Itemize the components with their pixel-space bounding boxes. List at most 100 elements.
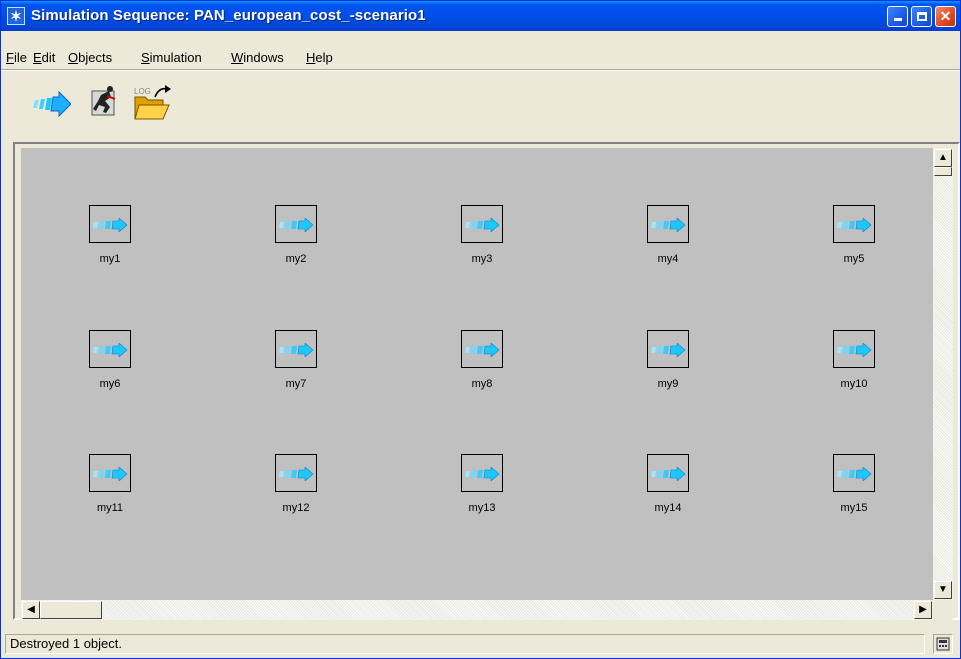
sequence-object[interactable]: my4 [639, 205, 699, 275]
minimize-button[interactable] [887, 6, 908, 27]
arrow-up-icon: ▲ [938, 152, 948, 163]
toolbar: LOG [1, 83, 960, 127]
object-box[interactable] [275, 330, 317, 368]
sequence-object[interactable]: my1 [81, 205, 141, 275]
object-box[interactable] [89, 330, 131, 368]
object-label: my4 [657, 253, 679, 265]
log-caption: LOG [134, 87, 151, 96]
object-box[interactable] [833, 205, 875, 243]
simulation-arrow-icon [279, 218, 314, 232]
run-simulation-arrow-icon [33, 90, 72, 118]
menu-edit[interactable]: Edit [33, 50, 55, 65]
scroll-up-button[interactable]: ▲ [934, 149, 952, 167]
simulation-arrow-icon [837, 218, 872, 232]
sequence-object[interactable]: my12 [267, 454, 327, 524]
object-label: my14 [654, 502, 682, 514]
sequence-object[interactable]: my6 [81, 330, 141, 400]
menu-help[interactable]: Help [306, 50, 333, 65]
object-box[interactable] [275, 205, 317, 243]
vertical-scrollbar[interactable]: ▲ ▼ [933, 148, 953, 600]
scrollbar-corner [933, 600, 953, 620]
sequence-object[interactable]: my11 [81, 454, 141, 524]
simulation-arrow-icon [93, 467, 128, 481]
object-box[interactable] [461, 205, 503, 243]
sequence-object[interactable]: my14 [639, 454, 699, 524]
simulation-arrow-icon [465, 343, 500, 357]
simulation-arrow-icon [93, 343, 128, 357]
object-label: my3 [471, 253, 493, 265]
sequence-canvas[interactable]: my1 my2 my3 my4 my5 my6 my7 my8 my9 my10 my11 my12 m… [21, 148, 933, 600]
menu-objects[interactable]: Objects [68, 50, 112, 65]
arrow-down-icon: ▼ [938, 584, 948, 595]
simulation-arrow-icon [93, 218, 128, 232]
sequence-object[interactable]: my3 [453, 205, 513, 275]
menu-file[interactable]: File [6, 50, 27, 65]
sequence-object[interactable]: my2 [267, 205, 327, 275]
sequence-object[interactable]: my13 [453, 454, 513, 524]
arrow-left-icon: ◀ [27, 604, 35, 615]
object-label: my2 [285, 253, 307, 265]
simulation-arrow-icon [465, 467, 500, 481]
object-label: my1 [99, 253, 121, 265]
simulation-arrow-icon [837, 343, 872, 357]
sequence-object[interactable]: my8 [453, 330, 513, 400]
simulation-arrow-icon [651, 343, 686, 357]
object-label: my8 [471, 378, 493, 390]
object-box[interactable] [275, 454, 317, 492]
status-bar: Destroyed 1 object. [1, 631, 960, 658]
runner-icon [91, 86, 116, 116]
run-simulation-button[interactable] [31, 83, 72, 123]
simulation-arrow-icon [279, 343, 314, 357]
object-box[interactable] [461, 330, 503, 368]
object-label: my7 [285, 378, 307, 390]
sequence-object[interactable]: my7 [267, 330, 327, 400]
object-box[interactable] [833, 454, 875, 492]
minimize-icon [893, 18, 902, 21]
object-box[interactable] [647, 454, 689, 492]
sequence-object[interactable]: my5 [825, 205, 885, 275]
horizontal-scrollbar[interactable]: ◀ ▶ [21, 600, 933, 620]
object-label: my9 [657, 378, 679, 390]
object-box[interactable] [461, 454, 503, 492]
simulation-arrow-icon [465, 218, 500, 232]
close-button[interactable]: ✕ [935, 6, 956, 27]
status-message: Destroyed 1 object. [5, 634, 925, 654]
maximize-icon [916, 12, 927, 21]
maximize-button[interactable] [911, 6, 932, 27]
sequence-object[interactable]: my9 [639, 330, 699, 400]
scroll-down-button[interactable]: ▼ [934, 581, 952, 599]
object-box[interactable] [647, 205, 689, 243]
horizontal-scroll-thumb[interactable] [40, 601, 102, 619]
object-label: my13 [468, 502, 496, 514]
object-label: my6 [99, 378, 121, 390]
menu-bar: File Edit Objects Simulation Windows Hel… [1, 47, 960, 67]
object-label: my5 [843, 253, 865, 265]
asterisk-app-icon[interactable]: ✶ [7, 7, 25, 25]
object-box[interactable] [647, 330, 689, 368]
status-panel-icon[interactable] [933, 634, 953, 654]
object-box[interactable] [89, 454, 131, 492]
object-label: my15 [840, 502, 868, 514]
simulation-arrow-icon [279, 467, 314, 481]
vertical-scroll-thumb[interactable] [934, 167, 952, 176]
object-label: my12 [282, 502, 310, 514]
scroll-left-button[interactable]: ◀ [22, 601, 40, 619]
open-log-folder-icon: LOG [134, 85, 171, 120]
menu-windows[interactable]: Windows [231, 50, 284, 65]
title-bar[interactable]: ✶ Simulation Sequence: PAN_european_cost… [1, 1, 960, 31]
scroll-right-button[interactable]: ▶ [914, 601, 932, 619]
object-box[interactable] [833, 330, 875, 368]
close-icon: ✕ [939, 8, 952, 24]
menu-divider [1, 69, 960, 71]
simulation-arrow-icon [651, 467, 686, 481]
sequence-object[interactable]: my10 [825, 330, 885, 400]
runner-button[interactable] [89, 83, 129, 123]
object-box[interactable] [89, 205, 131, 243]
object-label: my10 [840, 378, 868, 390]
simulation-sequence-window: ✶ Simulation Sequence: PAN_european_cost… [0, 0, 961, 659]
open-log-button[interactable]: LOG [131, 83, 171, 123]
window-title: Simulation Sequence: PAN_european_cost_-… [31, 7, 426, 24]
sequence-object[interactable]: my15 [825, 454, 885, 524]
menu-simulation[interactable]: Simulation [141, 50, 202, 65]
arrow-right-icon: ▶ [919, 604, 927, 615]
